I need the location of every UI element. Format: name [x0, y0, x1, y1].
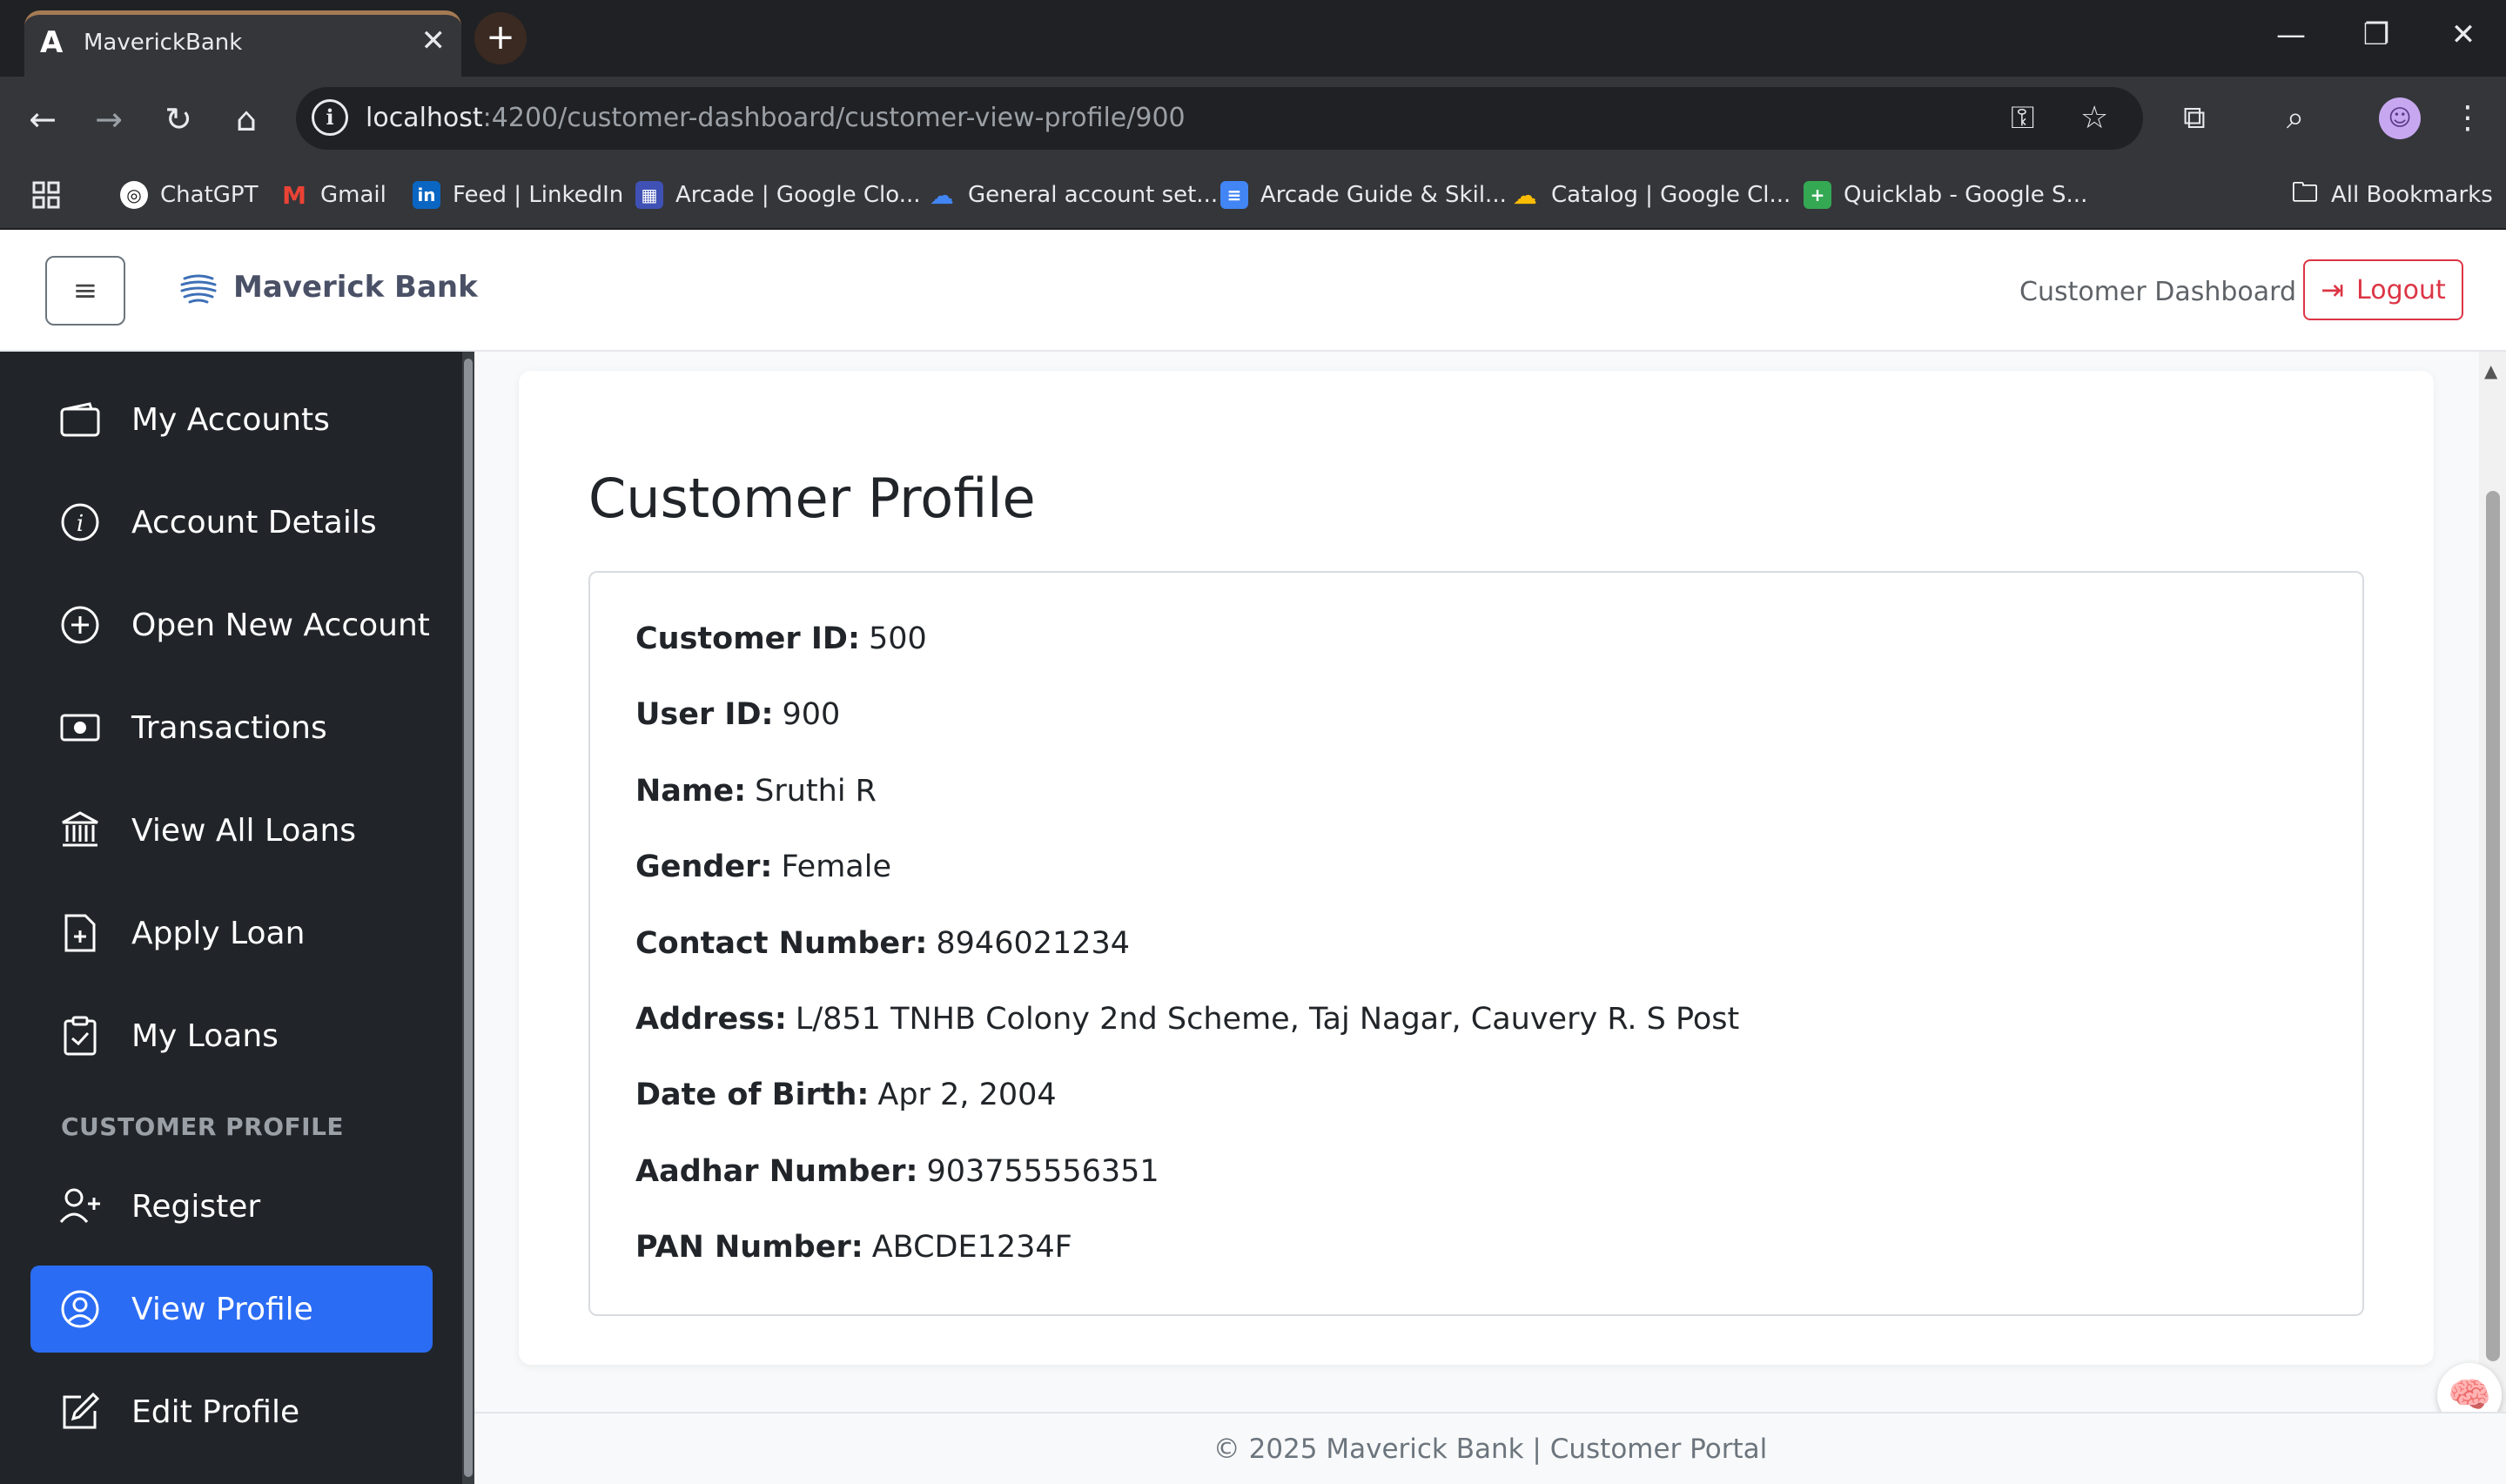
- bookmark-chatgpt[interactable]: ◎ ChatGPT: [120, 176, 258, 214]
- angular-favicon-icon: A: [40, 25, 64, 60]
- docs-icon: ≡: [1220, 181, 1248, 209]
- field-pan-number: PAN Number: ABCDE1234F: [635, 1230, 1072, 1265]
- bookmark-star-icon[interactable]: ☆: [2080, 99, 2108, 138]
- folder-icon: 🗀: [2292, 177, 2318, 208]
- linkedin-icon: in: [413, 181, 440, 209]
- person-circle-icon: [58, 1287, 102, 1331]
- field-aadhar-number: Aadhar Number: 903755556351: [635, 1154, 1159, 1189]
- customer-dashboard-link[interactable]: Customer Dashboard: [2019, 277, 2296, 307]
- field-gender: Gender: Female: [635, 849, 891, 884]
- logout-button[interactable]: ⇥ Logout: [2303, 259, 2463, 320]
- page-title: Customer Profile: [588, 467, 1036, 530]
- page-scrollbar[interactable]: ▲: [2479, 352, 2506, 1412]
- sidebar-item-account-details[interactable]: i Account Details: [30, 479, 433, 566]
- sidebar-item-view-profile[interactable]: View Profile: [30, 1266, 433, 1353]
- browser-tab[interactable]: A MaverickBank ✕: [24, 10, 461, 77]
- page-scrollbar-thumb[interactable]: [2486, 491, 2500, 1361]
- bookmark-gmail[interactable]: M Gmail: [280, 176, 386, 214]
- tab-title: MaverickBank: [84, 30, 243, 56]
- url-text[interactable]: localhost:4200/customer-dashboard/custom…: [366, 103, 1186, 133]
- file-plus-icon: [58, 911, 102, 955]
- info-icon: i: [58, 500, 102, 544]
- sidebar-scrollbar-thumb[interactable]: [464, 359, 473, 1477]
- bookmark-arcade[interactable]: ▦ Arcade | Google Clo...: [635, 176, 921, 214]
- wallet-icon: [58, 398, 102, 441]
- browser-toolbar: ← → ↻ ⌂ i localhost:4200/customer-dashbo…: [0, 77, 2506, 160]
- brand-name: Maverick Bank: [233, 270, 478, 305]
- sidebar-item-my-loans[interactable]: My Loans: [30, 992, 433, 1079]
- bookmark-quicklab[interactable]: + Quicklab - Google S...: [1804, 176, 2087, 214]
- password-key-icon[interactable]: ⚿: [2011, 99, 2034, 138]
- person-plus-icon: [58, 1185, 102, 1228]
- field-date-of-birth: Date of Birth: Apr 2, 2004: [635, 1078, 1057, 1112]
- brand[interactable]: Maverick Bank: [179, 268, 478, 306]
- field-name: Name: Sruthi R: [635, 774, 877, 809]
- sidebar: My Accounts i Account Details Open New A…: [0, 352, 474, 1484]
- clipboard-check-icon: [58, 1014, 102, 1058]
- pencil-square-icon: [58, 1390, 102, 1434]
- logout-icon: ⇥: [2321, 273, 2345, 306]
- bookmark-linkedin[interactable]: in Feed | LinkedIn: [413, 176, 623, 214]
- app-header: ≡ Maverick Bank Customer Dashboard ⇥ Log…: [0, 230, 2506, 352]
- logout-label: Logout: [2356, 274, 2446, 306]
- new-tab-button[interactable]: +: [474, 12, 527, 64]
- sidebar-item-transactions[interactable]: Transactions: [30, 684, 433, 771]
- field-user-id: User ID: 900: [635, 697, 841, 732]
- bookmark-general-account[interactable]: ☁ General account set...: [928, 176, 1218, 214]
- extensions-icon[interactable]: ⧉: [2173, 97, 2216, 139]
- sidebar-scrollbar[interactable]: [462, 352, 474, 1484]
- arcade-icon: ▦: [635, 181, 663, 209]
- back-icon[interactable]: ←: [21, 97, 64, 141]
- address-bar[interactable]: i localhost:4200/customer-dashboard/cust…: [296, 87, 2143, 150]
- field-address: Address: L/851 TNHB Colony 2nd Scheme, Ta…: [635, 1002, 1740, 1037]
- footer: © 2025 Maverick Bank | Customer Portal: [474, 1412, 2506, 1484]
- tab-close-icon[interactable]: ✕: [421, 24, 447, 58]
- minimize-icon[interactable]: —: [2269, 17, 2313, 52]
- scroll-up-icon[interactable]: ▲: [2484, 360, 2497, 381]
- google-cloud-icon: ☁: [1513, 180, 1537, 210]
- sidebar-item-register[interactable]: Register: [30, 1163, 433, 1250]
- sidebar-item-edit-profile[interactable]: Edit Profile: [30, 1368, 433, 1455]
- browser-tab-bar: A MaverickBank ✕ + — ❐ ✕: [0, 0, 2506, 77]
- sidebar-section-heading: CUSTOMER PROFILE: [61, 1112, 345, 1141]
- svg-text:i: i: [77, 511, 84, 537]
- sheets-icon: +: [1804, 181, 1831, 209]
- bookmarks-bar: ◎ ChatGPT M Gmail in Feed | LinkedIn ▦ Arcad…: [0, 160, 2506, 230]
- profile-details-box: Customer ID: 500 User ID: 900 Name: Sruthi …: [588, 571, 2364, 1316]
- bank-icon: [58, 809, 102, 852]
- field-customer-id: Customer ID: 500: [635, 621, 927, 656]
- google-cloud-icon: ☁: [930, 180, 954, 210]
- bookmark-catalog[interactable]: ☁ Catalog | Google Cl...: [1511, 176, 1790, 214]
- profile-card: Customer Profile Customer ID: 500 User ID…: [519, 371, 2434, 1365]
- cast-search-icon[interactable]: ⌕: [2274, 97, 2317, 139]
- field-contact-number: Contact Number: 8946021234: [635, 926, 1131, 961]
- sidebar-item-view-all-loans[interactable]: View All Loans: [30, 787, 433, 874]
- bookmark-arcade-guide[interactable]: ≡ Arcade Guide & Skil...: [1220, 176, 1507, 214]
- hamburger-icon: ≡: [72, 273, 98, 308]
- profile-avatar[interactable]: ☺: [2379, 97, 2421, 139]
- close-window-icon[interactable]: ✕: [2442, 17, 2485, 52]
- gmail-icon: M: [282, 180, 306, 210]
- more-menu-icon[interactable]: ⋮: [2446, 97, 2489, 139]
- restore-icon[interactable]: ❐: [2355, 17, 2398, 52]
- plus-circle-icon: [58, 603, 102, 647]
- chatgpt-icon: ◎: [120, 181, 148, 209]
- sidebar-item-my-accounts[interactable]: My Accounts: [30, 376, 433, 463]
- cash-icon: [58, 706, 102, 749]
- home-icon[interactable]: ⌂: [225, 97, 268, 141]
- all-bookmarks[interactable]: 🗀 All Bookmarks: [2291, 176, 2493, 214]
- sidebar-item-apply-loan[interactable]: Apply Loan: [30, 890, 433, 977]
- reload-icon[interactable]: ↻: [157, 97, 200, 141]
- sidebar-item-open-new-account[interactable]: Open New Account: [30, 581, 433, 668]
- site-info-icon[interactable]: i: [312, 99, 348, 136]
- apps-grid-icon[interactable]: [31, 176, 61, 214]
- forward-icon[interactable]: →: [87, 97, 131, 141]
- globe-logo-icon: [180, 274, 217, 304]
- footer-text: © 2025 Maverick Bank | Customer Portal: [1213, 1434, 1768, 1465]
- menu-toggle-button[interactable]: ≡: [45, 256, 125, 326]
